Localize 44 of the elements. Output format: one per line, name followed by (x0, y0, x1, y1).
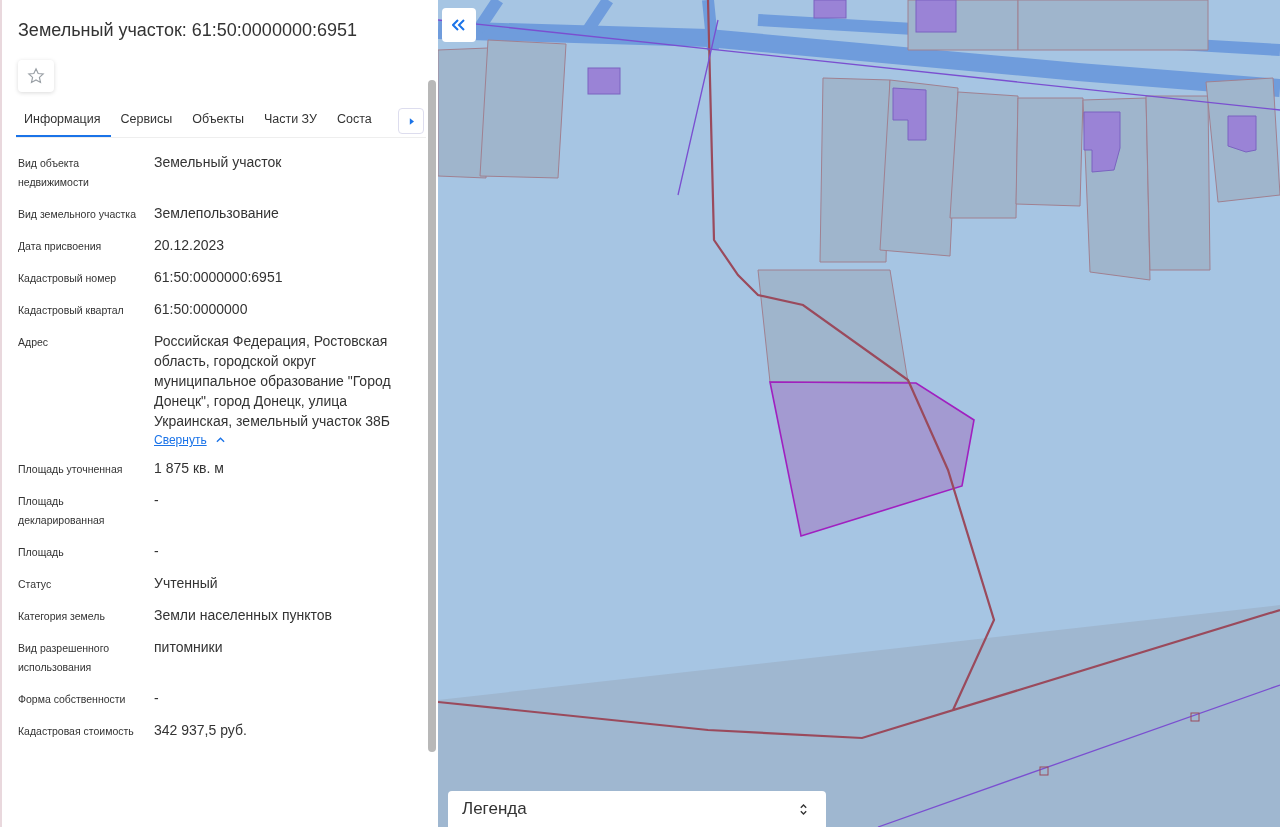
field-label: Форма собственности (18, 692, 127, 707)
field-label: Дата присвоения (18, 239, 103, 254)
field-value: питомники (154, 638, 224, 657)
field-value: Российская Федерация, Ростовская область, городской округ муниципальное образование "Город Донецк", город Донецк, улица Украинская, земельный участок 38Б (154, 332, 392, 431)
field-label: Вид земельного участка (18, 207, 138, 222)
field-value: - (154, 542, 160, 561)
collapse-panel-button[interactable] (442, 8, 476, 42)
field-value: 61:50:0000000:6951 (154, 268, 284, 287)
caret-icon (408, 117, 414, 125)
field-value: Землепользование (154, 204, 280, 223)
field-value: Земельный участок (154, 153, 283, 172)
field-label: Площадь декларированная (18, 494, 106, 528)
legend-dropdown[interactable]: Легенда (448, 791, 826, 827)
field-value: - (154, 491, 160, 510)
field-value: 20.12.2023 (154, 236, 226, 255)
favorite-button[interactable] (18, 60, 54, 92)
scrollbar[interactable] (428, 80, 436, 752)
field-value: Учтенный (154, 574, 219, 593)
field-value: 342 937,5 руб. (154, 721, 248, 740)
tab[interactable]: Объекты (182, 106, 254, 137)
tab[interactable]: Сервисы (110, 106, 183, 137)
tab[interactable]: Информация (16, 106, 111, 137)
field-label: Вид разрешенного использования (18, 641, 111, 675)
field-label: Вид объекта недвижимости (18, 156, 90, 190)
tab[interactable]: Соста (327, 106, 382, 137)
field-label: Кадастровый номер (18, 271, 118, 286)
field-value: 1 875 кв. м (154, 459, 225, 478)
collapse-link[interactable]: Свернуть (154, 433, 207, 447)
field-label: Адрес (18, 335, 50, 350)
field-label: Кадастровый квартал (18, 303, 125, 318)
field-value: - (154, 689, 160, 708)
double-chevron-icon (452, 19, 466, 31)
sort-arrows-icon (799, 802, 808, 816)
field-label: Площадь уточненная (18, 462, 124, 477)
tab[interactable]: Части ЗУ (253, 106, 327, 137)
panel-title: Земельный участок: 61:50:0000000:6951 (18, 20, 358, 42)
field-label: Кадастровая стоимость (18, 724, 135, 739)
field-value: Земли населенных пунктов (154, 606, 334, 625)
field-label: Площадь (18, 545, 65, 560)
field-label: Категория земель (18, 609, 106, 624)
field-label: Статус (18, 577, 53, 592)
field-value: 61:50:0000000 (154, 300, 249, 319)
scroll-tabs-button[interactable] (398, 108, 424, 134)
star-icon (27, 67, 45, 85)
